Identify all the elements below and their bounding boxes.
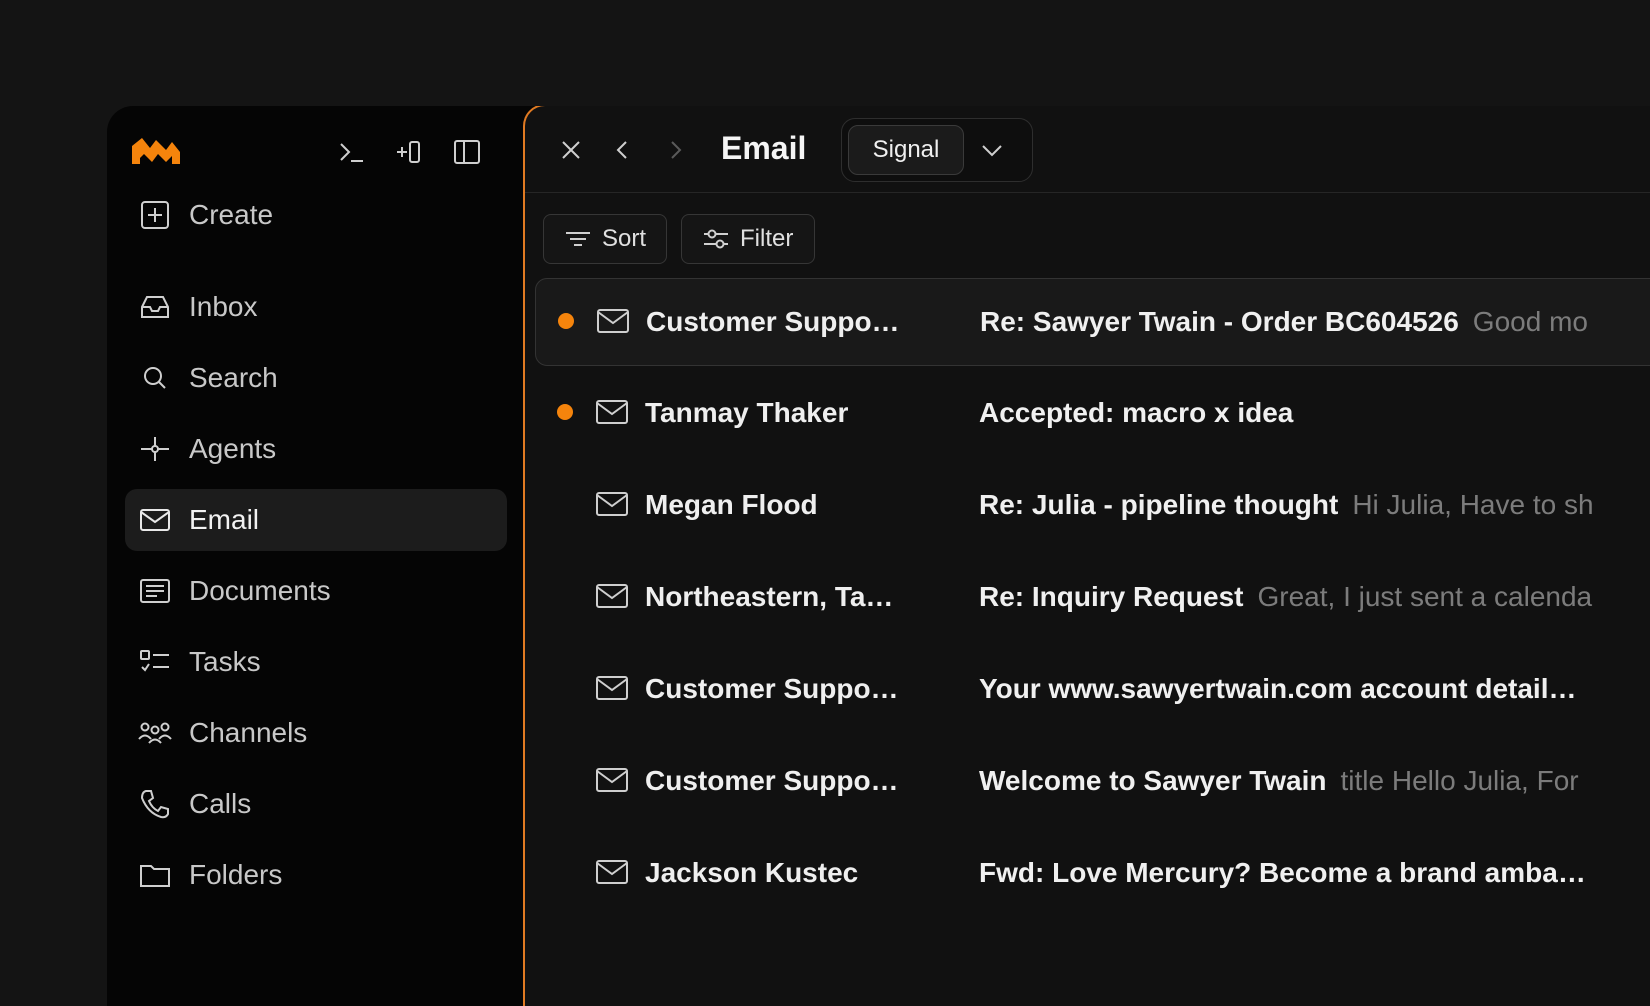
email-subject-line: Re: Inquiry Request Great, I just sent a … — [979, 581, 1592, 613]
sparkle-icon — [137, 431, 173, 467]
sidebar-item-inbox[interactable]: Inbox — [125, 276, 507, 338]
filter-label: Filter — [740, 225, 794, 252]
email-row[interactable]: Jackson Kustec Fwd: Love Mercury? Become … — [535, 830, 1650, 916]
sort-button[interactable]: Sort — [543, 214, 667, 264]
email-subject: Accepted: macro x idea — [979, 397, 1294, 428]
sidebar-item-email[interactable]: Email — [125, 489, 507, 551]
email-subject: Re: Julia - pipeline thought — [979, 489, 1339, 520]
mail-icon — [595, 857, 629, 887]
sidebar-item-label: Folders — [189, 859, 283, 890]
email-subject: Welcome to Sawyer Twain — [979, 765, 1327, 796]
document-icon — [137, 573, 173, 609]
mail-icon — [595, 489, 629, 519]
sidebar-item-create[interactable]: Create — [125, 184, 507, 246]
email-subject: Fwd: Love Mercury? Become a brand amba… — [979, 857, 1586, 888]
sidebar-item-label: Email — [189, 504, 260, 535]
sidebar-item-label: Inbox — [189, 291, 258, 322]
signal-tab[interactable]: Signal — [848, 125, 964, 175]
unread-dot — [558, 313, 574, 329]
email-sender: Megan Flood — [645, 489, 818, 520]
inbox-icon — [137, 289, 173, 325]
sidebar-item-label: Agents — [189, 433, 277, 464]
email-sender: Tanmay Thaker — [645, 397, 849, 428]
back-icon[interactable] — [605, 132, 641, 168]
mail-icon — [595, 397, 629, 427]
email-preview: title Hello Julia, For — [1340, 765, 1579, 796]
mail-icon — [596, 306, 630, 336]
sidebar-item-label: Search — [189, 362, 278, 393]
search-icon — [137, 360, 173, 396]
sidebar-item-label: Documents — [189, 575, 331, 606]
email-subject-line: Welcome to Sawyer Twain title Hello Julia… — [979, 765, 1579, 797]
filter-icon — [702, 225, 730, 253]
email-subject-line: Your www.sawyertwain.com account detail… — [979, 673, 1576, 705]
page-title: Email — [721, 130, 807, 166]
sidebar-item-documents[interactable]: Documents — [125, 560, 507, 622]
sidebar-toggle-icon[interactable] — [451, 136, 483, 168]
terminal-icon[interactable] — [335, 136, 367, 168]
email-sender: Northeastern, Ta… — [645, 581, 894, 612]
email-row[interactable]: Customer Suppo… Re: Sawyer Twain - Order … — [535, 278, 1650, 366]
email-subject-line: Re: Julia - pipeline thought Hi Julia, Ha… — [979, 489, 1594, 521]
forward-icon[interactable] — [657, 132, 693, 168]
sidebar-item-search[interactable]: Search — [125, 347, 507, 409]
sort-label: Sort — [602, 225, 647, 252]
email-preview: Good mo — [1472, 306, 1588, 337]
email-subject: Re: Sawyer Twain - Order BC604526 — [980, 306, 1459, 337]
email-row[interactable]: Megan Flood Re: Julia - pipeline thought H… — [535, 462, 1650, 548]
folder-icon — [137, 857, 173, 893]
email-sender: Jackson Kustec — [645, 857, 859, 888]
mail-icon — [595, 673, 629, 703]
app-window: Create Inbox Search Agents Email Documents Tas… — [107, 106, 1650, 1006]
unread-dot — [557, 404, 573, 420]
sidebar-item-label: Tasks — [189, 646, 261, 677]
email-sender: Customer Suppo… — [645, 673, 899, 704]
mail-icon — [595, 581, 629, 611]
sort-icon — [564, 225, 592, 253]
sidebar-item-channels[interactable]: Channels — [125, 702, 507, 764]
mail-icon — [137, 502, 173, 538]
tasks-icon — [137, 644, 173, 680]
sidebar-item-agents[interactable]: Agents — [125, 418, 507, 480]
sidebar-item-tasks[interactable]: Tasks — [125, 631, 507, 693]
view-selector: Signal — [841, 118, 1033, 182]
sidebar-item-label: Create — [189, 199, 274, 230]
email-row[interactable]: Customer Suppo… Welcome to Sawyer Twain ti… — [535, 738, 1650, 824]
phone-icon — [137, 786, 173, 822]
app-logo — [132, 138, 180, 164]
filter-button[interactable]: Filter — [681, 214, 815, 264]
email-subject: Re: Inquiry Request — [979, 581, 1244, 612]
close-icon[interactable] — [553, 132, 589, 168]
sidebar: Create Inbox Search Agents Email Documents Tas… — [107, 106, 522, 1006]
sidebar-item-folders[interactable]: Folders — [125, 844, 507, 906]
email-subject: Your www.sawyertwain.com account detail… — [979, 673, 1577, 704]
mail-icon — [595, 765, 629, 795]
new-split-icon[interactable] — [393, 136, 425, 168]
email-row[interactable]: Northeastern, Ta… Re: Inquiry Request Grea… — [535, 554, 1650, 640]
email-subject-line: Fwd: Love Mercury? Become a brand amba… — [979, 857, 1586, 889]
sidebar-item-label: Channels — [189, 717, 308, 748]
sidebar-item-label: Calls — [189, 788, 252, 819]
email-sender: Customer Suppo… — [645, 765, 899, 796]
email-subject-line: Re: Sawyer Twain - Order BC604526 Good mo — [980, 306, 1588, 338]
people-icon — [137, 715, 173, 751]
panel-header: Email Signal — [525, 106, 1650, 193]
email-row[interactable]: Tanmay Thaker Accepted: macro x idea — [535, 370, 1650, 456]
email-subject-line: Accepted: macro x idea — [979, 397, 1293, 429]
plus-square-icon — [137, 197, 173, 233]
email-sender: Customer Suppo… — [646, 306, 900, 337]
email-preview: Great, I just sent a calenda — [1257, 581, 1593, 612]
chevron-down-icon[interactable] — [976, 134, 1008, 166]
sidebar-item-calls[interactable]: Calls — [125, 773, 507, 835]
email-panel: Email Signal Sort Filter Customer Suppo…… — [523, 106, 1650, 1006]
email-row[interactable]: Customer Suppo… Your www.sawyertwain.com … — [535, 646, 1650, 732]
email-preview: Hi Julia, Have to sh — [1352, 489, 1594, 520]
